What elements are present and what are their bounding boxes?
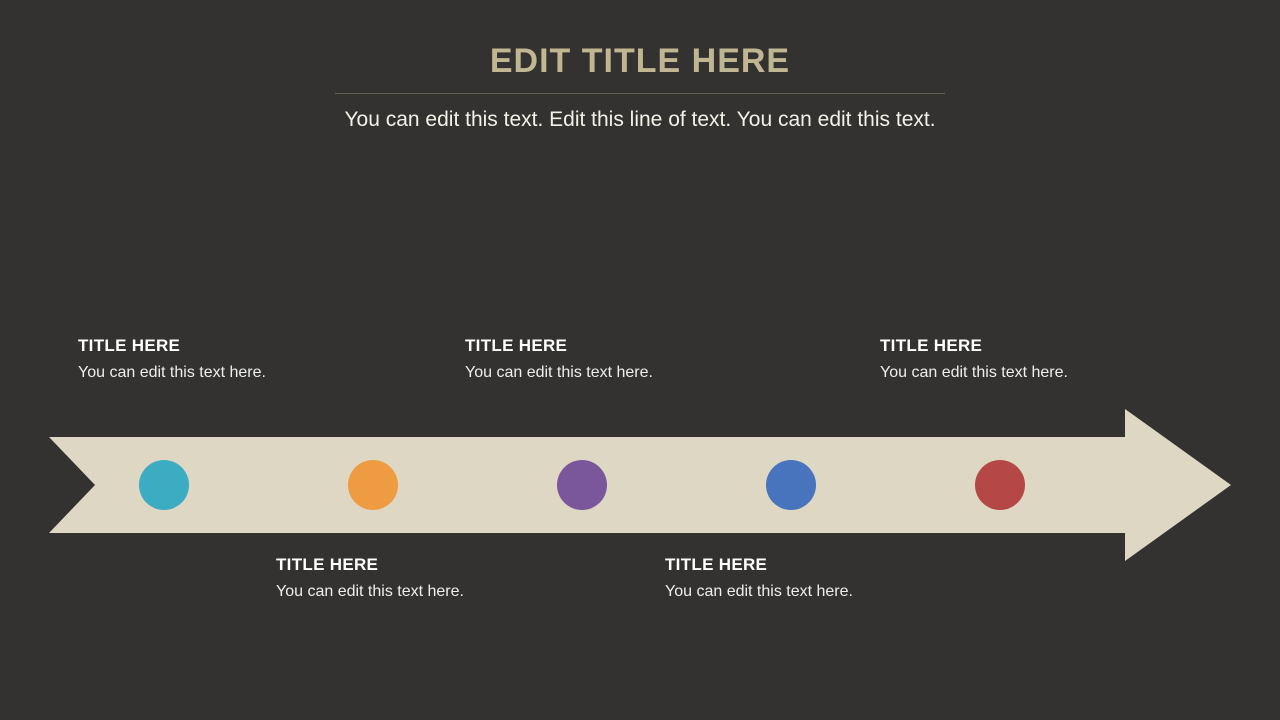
title-divider <box>335 93 945 94</box>
timeline-arrow <box>49 437 1231 533</box>
slide-subtitle[interactable]: You can edit this text. Edit this line o… <box>0 108 1280 132</box>
timeline-dot-4[interactable] <box>766 460 816 510</box>
item-body: You can edit this text here. <box>880 362 1070 384</box>
item-body: You can edit this text here. <box>665 581 855 603</box>
slide: EDIT TITLE HERE You can edit this text. … <box>0 0 1280 720</box>
arrow-tail-notch <box>49 437 95 533</box>
timeline-dot-3[interactable] <box>557 460 607 510</box>
slide-title[interactable]: EDIT TITLE HERE <box>0 0 1280 81</box>
item-title: TITLE HERE <box>665 555 855 575</box>
timeline-item-2[interactable]: TITLE HERE You can edit this text here. <box>276 555 466 603</box>
item-body: You can edit this text here. <box>276 581 466 603</box>
item-body: You can edit this text here. <box>78 362 268 384</box>
arrow-head-icon <box>1125 409 1231 561</box>
item-title: TITLE HERE <box>78 336 268 356</box>
timeline-item-3[interactable]: TITLE HERE You can edit this text here. <box>465 336 655 384</box>
item-title: TITLE HERE <box>465 336 655 356</box>
timeline-dot-1[interactable] <box>139 460 189 510</box>
item-body: You can edit this text here. <box>465 362 655 384</box>
timeline-item-5[interactable]: TITLE HERE You can edit this text here. <box>880 336 1070 384</box>
timeline-dot-5[interactable] <box>975 460 1025 510</box>
timeline-dot-2[interactable] <box>348 460 398 510</box>
timeline-item-1[interactable]: TITLE HERE You can edit this text here. <box>78 336 268 384</box>
item-title: TITLE HERE <box>880 336 1070 356</box>
timeline-item-4[interactable]: TITLE HERE You can edit this text here. <box>665 555 855 603</box>
item-title: TITLE HERE <box>276 555 466 575</box>
